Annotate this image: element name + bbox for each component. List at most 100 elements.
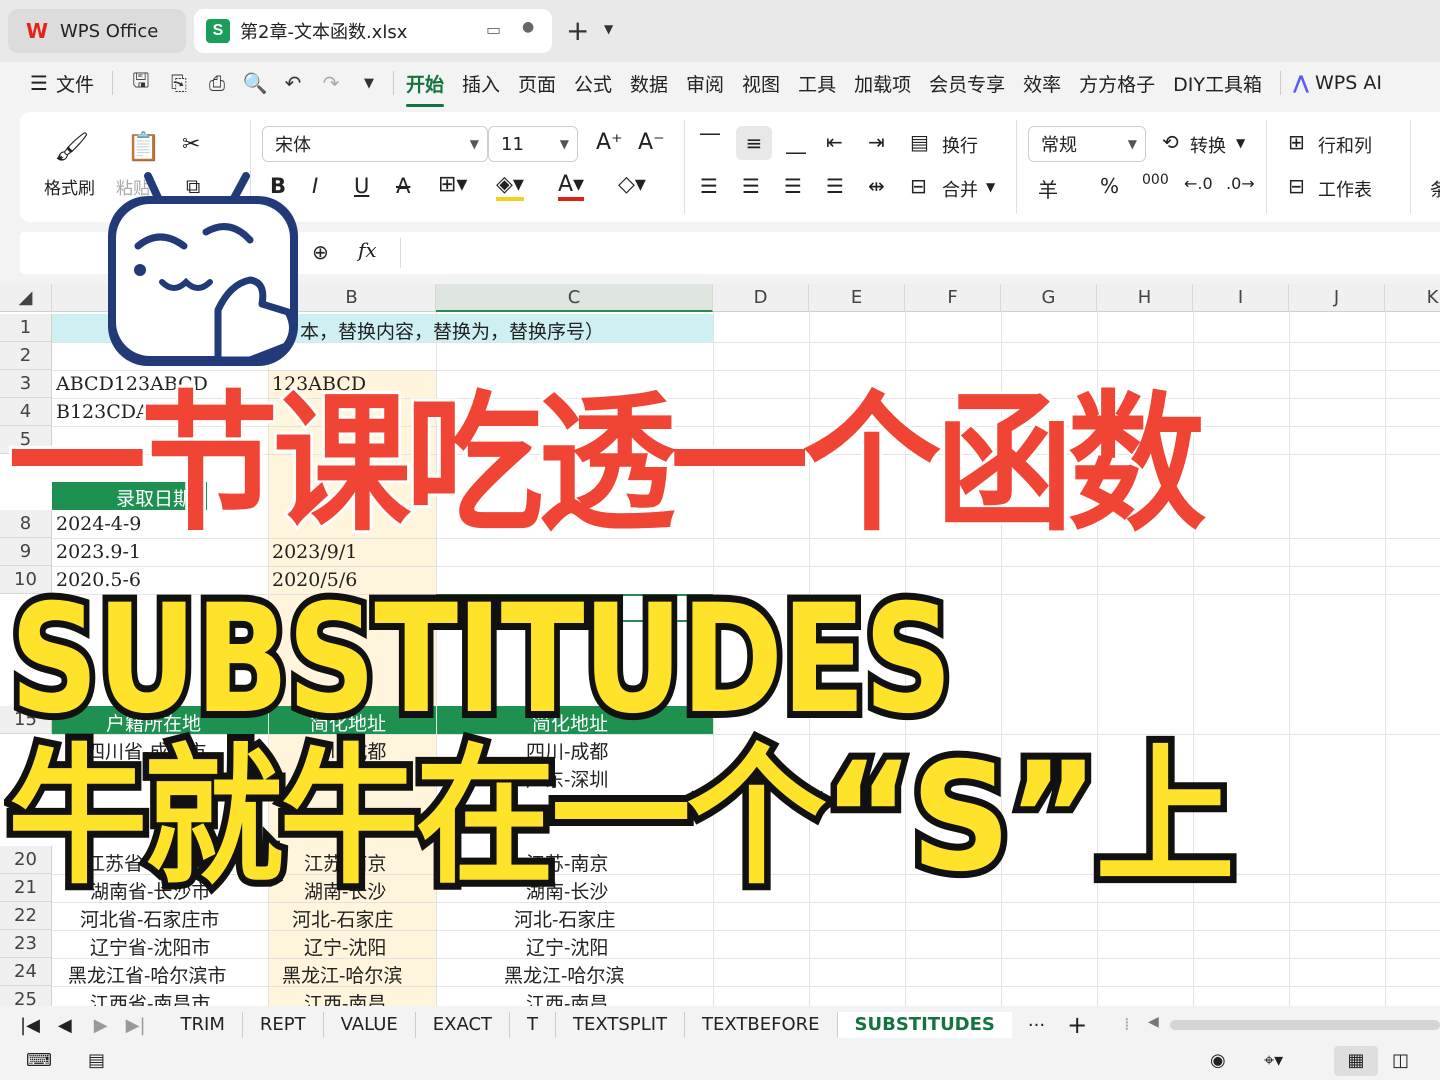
column-header-h[interactable]: H (1097, 284, 1193, 312)
column-header-g[interactable]: G (1001, 284, 1097, 312)
align-right-icon[interactable]: ☰ (784, 174, 802, 198)
worksheet-button[interactable]: 工作表 (1318, 176, 1372, 202)
menu-addins[interactable]: 加载项 (854, 70, 911, 97)
column-header-c[interactable]: C (436, 284, 713, 312)
redo-icon[interactable]: ↷ (317, 69, 345, 97)
menu-view[interactable]: 视图 (742, 70, 780, 97)
menu-start[interactable]: 开始 (405, 70, 444, 107)
font-color-icon[interactable]: A▾ (558, 172, 585, 201)
cell-a22[interactable]: 河北省-石家庄市 (80, 905, 219, 932)
export-icon[interactable]: ⎘ (165, 69, 193, 97)
sheet-tab-exact[interactable]: EXACT (416, 1012, 511, 1038)
more-sheets-icon[interactable]: ··· (1028, 1015, 1045, 1036)
print-icon[interactable]: ⎙ (203, 69, 231, 97)
row-header-1[interactable]: 1 (0, 314, 52, 342)
select-all-corner[interactable]: ◢ (0, 284, 52, 312)
column-header-i[interactable]: I (1193, 284, 1289, 312)
tab-wps-office[interactable]: W WPS Office (8, 9, 186, 53)
new-tab-plus-icon[interactable]: + (566, 14, 589, 47)
cell-b25[interactable]: 江西-南昌 (304, 989, 386, 1006)
align-left-icon[interactable]: ☰ (700, 174, 718, 198)
menu-page[interactable]: 页面 (518, 70, 556, 97)
prev-sheet-icon[interactable]: ◀ (58, 1015, 72, 1036)
tab-file[interactable]: S 第2章-文本函数.xlsx ▭ ● (194, 9, 552, 53)
cell-a23[interactable]: 辽宁省-沈阳市 (90, 933, 210, 960)
cut-icon[interactable]: ✂ (182, 132, 200, 157)
percent-button[interactable]: % (1100, 174, 1119, 198)
outdent-icon[interactable]: ⇤ (826, 130, 843, 154)
menu-formula[interactable]: 公式 (574, 70, 612, 97)
indent-icon[interactable]: ⇥ (868, 130, 885, 154)
number-format-select[interactable]: 常规 ▼ (1028, 126, 1146, 162)
cell-b24[interactable]: 黑龙江-哈尔滨 (282, 961, 402, 988)
strikethrough-icon[interactable]: A (396, 174, 410, 198)
column-header-k[interactable]: K (1385, 284, 1440, 312)
row-header-23[interactable]: 23 (0, 930, 52, 958)
sheet-tab-t[interactable]: T (510, 1012, 557, 1038)
row-header-24[interactable]: 24 (0, 958, 52, 986)
increase-font-icon[interactable]: A⁺ (596, 130, 623, 155)
menu-review[interactable]: 审阅 (686, 70, 724, 97)
sheet-tab-substitudes[interactable]: SUBSTITUDES (837, 1012, 1012, 1038)
menu-wps-ai[interactable]: WPS AI (1315, 72, 1382, 94)
align-center-icon[interactable]: ☰ (742, 174, 760, 198)
menu-efficiency[interactable]: 效率 (1023, 70, 1061, 97)
fill-color-icon[interactable]: ◈▾ (496, 172, 524, 201)
align-top-icon[interactable]: ⎺ (700, 130, 720, 154)
decrease-font-icon[interactable]: A⁻ (638, 130, 665, 155)
menu-insert[interactable]: 插入 (462, 70, 500, 97)
wrap-button[interactable]: 换行 (942, 132, 978, 158)
horizontal-scrollbar[interactable] (1170, 1020, 1440, 1030)
last-sheet-icon[interactable]: ▶| (126, 1015, 146, 1036)
row-header-25[interactable]: 25 (0, 986, 52, 1006)
next-sheet-icon[interactable]: ▶ (94, 1015, 108, 1036)
page-view-icon[interactable]: ◫ (1392, 1050, 1409, 1071)
decrease-decimal-icon[interactable]: .0→ (1226, 174, 1255, 193)
convert-chevron-icon[interactable]: ▼ (1236, 136, 1245, 150)
print-preview-icon[interactable]: 🔍 (241, 69, 269, 97)
focus-mode-icon[interactable]: ⌖▾ (1264, 1050, 1283, 1071)
fx-icon[interactable]: fx (358, 238, 377, 262)
tab-list-chevron-icon[interactable]: ▼ (604, 22, 613, 36)
distribute-icon[interactable]: ⇹ (868, 174, 885, 198)
align-bottom-icon[interactable]: ⎽ (786, 130, 806, 154)
sheet-tab-textsplit[interactable]: TEXTSPLIT (556, 1012, 686, 1038)
zoom-icon[interactable]: ⊕ (312, 240, 329, 264)
cell-row1-title[interactable]: 本，替换内容，替换为，替换序号） (300, 317, 604, 344)
conditional-button[interactable]: 条 (1430, 176, 1440, 202)
column-header-d[interactable]: D (713, 284, 809, 312)
cell-b23[interactable]: 辽宁-沈阳 (304, 933, 386, 960)
first-sheet-icon[interactable]: |◀ (20, 1015, 40, 1036)
menu-fangfang[interactable]: 方方格子 (1079, 70, 1155, 97)
sheet-tab-trim[interactable]: TRIM (164, 1012, 243, 1038)
scroll-left-icon[interactable]: ◀ (1148, 1014, 1159, 1030)
font-name-select[interactable]: 宋体 ▼ (262, 126, 488, 162)
cell-b22[interactable]: 河北-石家庄 (292, 905, 393, 932)
sheet-tab-textbefore[interactable]: TEXTBEFORE (685, 1012, 838, 1038)
cell-c25[interactable]: 江西-南昌 (526, 989, 608, 1006)
cell-a24[interactable]: 黑龙江省-哈尔滨市 (68, 961, 226, 988)
menu-hamburger-icon[interactable]: ☰ (30, 71, 48, 95)
justify-icon[interactable]: ☰ (826, 174, 844, 198)
cell-c24[interactable]: 黑龙江-哈尔滨 (504, 961, 624, 988)
underline-icon[interactable]: U (354, 174, 369, 198)
sheet-tab-value[interactable]: VALUE (324, 1012, 416, 1038)
currency-button[interactable]: 羊 (1038, 174, 1058, 203)
menu-file[interactable]: 文件 (56, 70, 94, 97)
menu-diy[interactable]: DIY工具箱 (1173, 70, 1262, 97)
macro-icon[interactable]: ⌨ (26, 1050, 52, 1071)
clear-format-icon[interactable]: ◇▾ (618, 172, 646, 197)
menu-data[interactable]: 数据 (630, 70, 668, 97)
font-size-select[interactable]: 11 ▼ (488, 126, 578, 162)
italic-icon[interactable]: I (312, 174, 318, 198)
convert-button[interactable]: 转换 (1190, 132, 1226, 158)
save-icon[interactable]: 🖫 (127, 68, 155, 97)
rows-cols-button[interactable]: 行和列 (1318, 132, 1372, 158)
menu-tools[interactable]: 工具 (798, 70, 836, 97)
merge-button[interactable]: 合并 (942, 176, 978, 202)
thousands-button[interactable]: 000 (1142, 172, 1169, 188)
border-icon[interactable]: ⊞▾ (438, 172, 467, 197)
merge-chevron-icon[interactable]: ▼ (986, 180, 995, 194)
add-sheet-icon[interactable]: + (1067, 1011, 1087, 1039)
column-header-f[interactable]: F (905, 284, 1001, 312)
